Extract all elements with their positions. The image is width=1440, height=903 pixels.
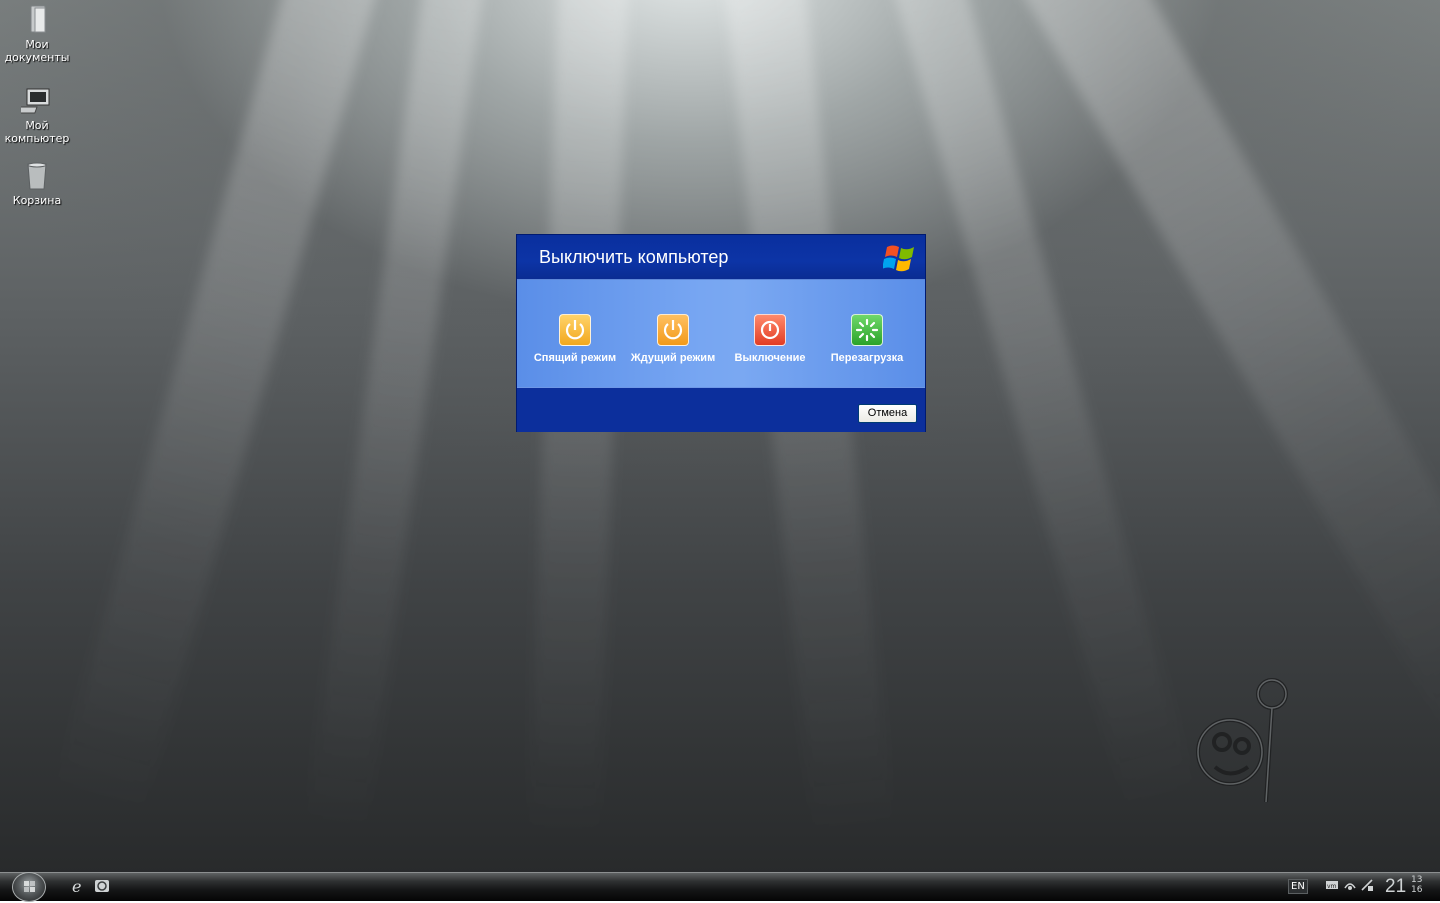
svg-text:e: e: [72, 877, 81, 895]
option-label: Выключение: [734, 352, 806, 364]
my-computer-icon: [21, 85, 53, 117]
cancel-button[interactable]: Отмена: [858, 404, 917, 423]
vmware-icon[interactable]: vm: [1325, 878, 1339, 892]
power-icon[interactable]: [559, 314, 591, 346]
shutdown-dialog: Выключить компьютер Спящий режим Ждущий …: [516, 234, 926, 432]
wallpaper-figure: [1196, 678, 1288, 803]
clock-hours[interactable]: 21: [1385, 876, 1406, 898]
taskbar: e EN vm 21 13 16: [0, 872, 1440, 902]
power-icon[interactable]: [657, 314, 689, 346]
option-label: Спящий режим: [533, 352, 617, 364]
option-label: Ждущий режим: [630, 352, 716, 364]
outlook-express-icon[interactable]: [93, 877, 111, 895]
network-status-icon[interactable]: [1360, 878, 1374, 892]
start-button[interactable]: [12, 872, 46, 902]
desktop-icon-my-computer[interactable]: Мой компьютер: [0, 85, 74, 145]
option-shutdown[interactable]: Выключение: [722, 314, 818, 364]
desktop-background: Мои документы Мой компьютер Корзина: [0, 0, 1440, 900]
clock-minutes-bottom: 16: [1411, 885, 1423, 895]
clock-minutes[interactable]: 13 16: [1411, 875, 1422, 895]
dialog-footer: Отмена: [517, 387, 925, 432]
dialog-header: Выключить компьютер: [517, 235, 925, 280]
network-icon[interactable]: [1343, 878, 1357, 892]
desktop-icon-label: Мои документы: [4, 38, 70, 64]
dialog-title: Выключить компьютер: [539, 247, 729, 267]
recycle-bin-icon: [21, 160, 53, 192]
option-hibernate[interactable]: Спящий режим: [527, 314, 623, 364]
desktop-icon-recycle-bin[interactable]: Корзина: [0, 160, 74, 207]
desktop-icon-label: Корзина: [12, 194, 62, 207]
option-standby[interactable]: Ждущий режим: [625, 314, 721, 364]
folder-documents-icon: [21, 4, 53, 36]
shutdown-icon[interactable]: [754, 314, 786, 346]
clock-minutes-top: 13: [1411, 875, 1423, 885]
windows-orb-icon: [24, 881, 35, 892]
desktop-icon-my-documents[interactable]: Мои документы: [0, 4, 74, 64]
svg-text:vm: vm: [1327, 883, 1337, 890]
desktop-icon-label: Мой компьютер: [4, 119, 70, 145]
option-restart[interactable]: Перезагрузка: [819, 314, 915, 364]
restart-icon[interactable]: [851, 314, 883, 346]
windows-logo-icon: [883, 245, 914, 272]
internet-explorer-icon[interactable]: e: [70, 877, 88, 895]
dialog-options-area: Спящий режим Ждущий режим Выключение Пер…: [517, 280, 925, 387]
option-label: Перезагрузка: [830, 352, 904, 364]
language-indicator[interactable]: EN: [1288, 879, 1308, 894]
